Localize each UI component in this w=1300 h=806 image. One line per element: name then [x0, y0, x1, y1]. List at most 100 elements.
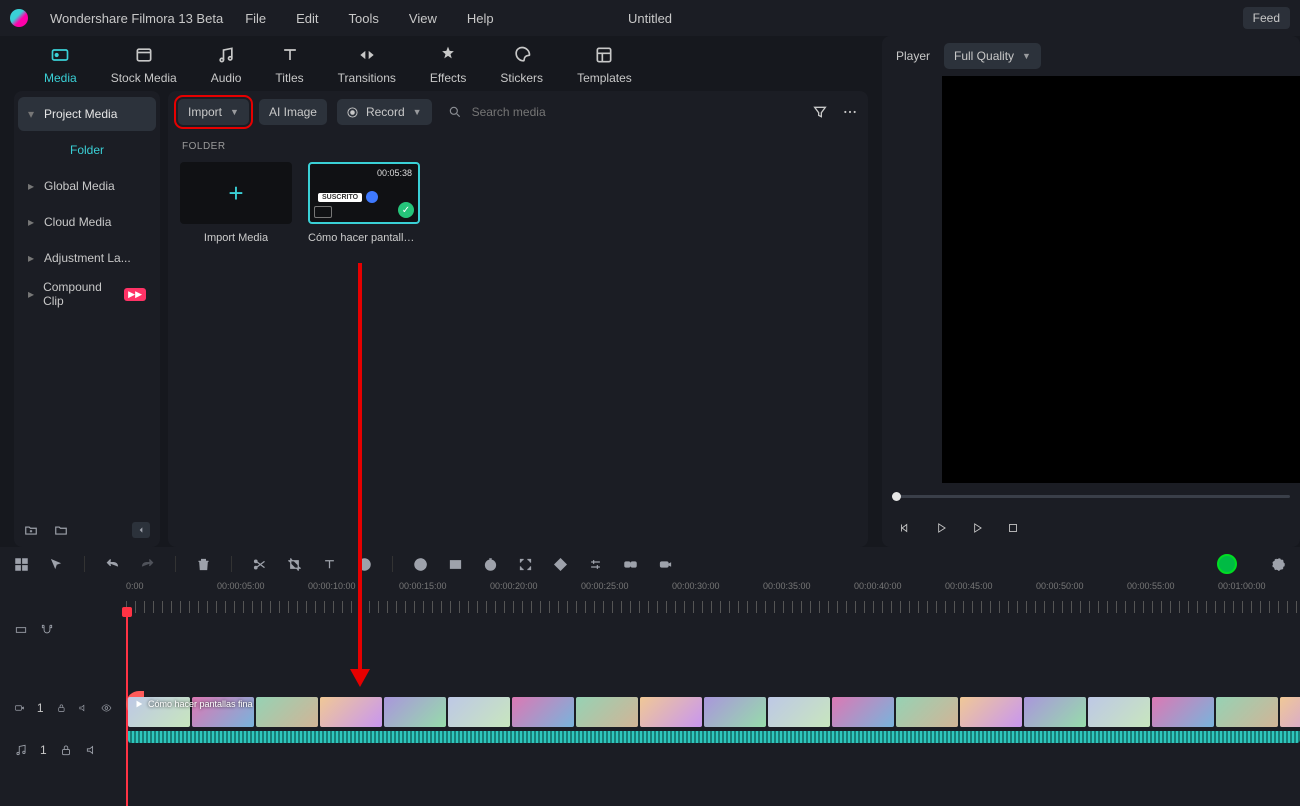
tab-transitions[interactable]: Transitions	[338, 45, 396, 85]
settings-icon[interactable]	[588, 557, 603, 572]
menu-file[interactable]: File	[245, 11, 266, 26]
quality-dropdown[interactable]: Full Quality ▼	[944, 43, 1041, 69]
record-voice-icon[interactable]	[658, 557, 673, 572]
sidebar-project-media[interactable]: ▾ Project Media	[18, 97, 156, 131]
menu-help[interactable]: Help	[467, 11, 494, 26]
expand-icon[interactable]	[518, 557, 533, 572]
mute-icon[interactable]	[78, 701, 89, 715]
chevron-down-icon: ▾	[28, 107, 36, 121]
sidebar-item-label: Adjustment La...	[44, 251, 131, 265]
timeline-ruler[interactable]: 0:0000:00:05:0000:00:10:0000:00:15:0000:…	[126, 581, 1300, 613]
prev-frame-icon[interactable]	[898, 521, 912, 535]
search-input[interactable]	[470, 104, 802, 120]
redo-icon[interactable]	[140, 557, 155, 572]
media-clip-thumb[interactable]: 00:05:38 SUSCRITO ✓ Cómo hacer pantallas…	[308, 162, 420, 244]
plus-icon: +	[228, 178, 243, 209]
sidebar-item-label: Global Media	[44, 179, 115, 193]
mute-icon[interactable]	[85, 743, 99, 757]
timeline-tracks[interactable]: Cómo hacer pantallas fina	[126, 613, 1300, 806]
link-icon[interactable]	[623, 557, 638, 572]
crop-icon[interactable]	[287, 557, 302, 572]
filmstrip-icon	[314, 206, 332, 218]
search-field[interactable]	[442, 104, 802, 120]
track-header-edit[interactable]	[0, 609, 126, 651]
sidebar-item-global-media[interactable]: ▸ Global Media	[18, 169, 156, 203]
tab-media[interactable]: Media	[44, 45, 77, 85]
tab-templates-label: Templates	[577, 71, 632, 85]
user-avatar[interactable]	[1217, 554, 1237, 574]
project-sidebar: ▾ Project Media Folder ▸ Global Media ▸ …	[14, 91, 160, 547]
player-seekbar[interactable]	[892, 495, 1290, 498]
quality-label: Full Quality	[954, 49, 1014, 63]
sidebar-folder[interactable]: Folder	[18, 133, 156, 167]
color-icon[interactable]	[413, 557, 428, 572]
check-icon: ✓	[398, 202, 414, 218]
titlebar: Wondershare Filmora 13 Beta File Edit To…	[0, 0, 1300, 36]
player-label: Player	[896, 49, 930, 63]
new-folder-icon[interactable]	[24, 523, 38, 537]
like-icon	[366, 191, 378, 203]
track-headers: 1 1	[0, 609, 126, 806]
text-icon[interactable]	[322, 557, 337, 572]
tab-effects[interactable]: Effects	[430, 45, 466, 85]
next-frame-icon[interactable]	[970, 521, 984, 535]
magnet-icon[interactable]	[40, 623, 54, 637]
sidebar-footer	[14, 513, 160, 547]
speed-icon[interactable]	[357, 557, 372, 572]
player-controls	[882, 509, 1300, 547]
tab-titles[interactable]: Titles	[275, 45, 303, 85]
sidebar-item-label: Compound Clip	[43, 280, 116, 308]
menu-view[interactable]: View	[409, 11, 437, 26]
import-media-tile[interactable]: + Import Media	[180, 162, 292, 244]
tag-icon[interactable]	[553, 557, 568, 572]
tab-stock-media[interactable]: Stock Media	[111, 45, 177, 85]
tab-templates[interactable]: Templates	[577, 45, 632, 85]
video-track-icon	[14, 701, 25, 715]
more-icon[interactable]	[842, 104, 858, 120]
media-thumbnails: + Import Media 00:05:38 SUSCRITO ✓	[168, 162, 868, 244]
ai-image-label: AI Image	[269, 105, 317, 119]
split-icon[interactable]	[252, 557, 267, 572]
play-icon[interactable]	[934, 521, 948, 535]
undo-icon[interactable]	[105, 557, 120, 572]
sidebar-item-adjustment-layer[interactable]: ▸ Adjustment La...	[18, 241, 156, 275]
menu-tools[interactable]: Tools	[349, 11, 379, 26]
media-icon	[50, 45, 70, 65]
video-track-header[interactable]: 1	[0, 687, 126, 729]
ai-image-button[interactable]: AI Image	[259, 99, 327, 125]
delete-icon[interactable]	[196, 557, 211, 572]
stop-icon[interactable]	[1006, 521, 1020, 535]
audio-waveform[interactable]	[128, 731, 1300, 743]
selection-icon[interactable]	[49, 557, 64, 572]
tab-transitions-label: Transitions	[338, 71, 396, 85]
tab-stickers[interactable]: Stickers	[500, 45, 543, 85]
audio-track-icon	[14, 743, 28, 757]
chevron-down-icon: ▼	[230, 107, 239, 117]
audio-track-header[interactable]: 1	[0, 729, 126, 771]
record-dropdown[interactable]: Record ▼	[337, 99, 432, 125]
effects-icon	[438, 45, 458, 65]
sidebar-item-cloud-media[interactable]: ▸ Cloud Media	[18, 205, 156, 239]
feedback-button[interactable]: Feed	[1243, 7, 1290, 29]
app-logo-icon	[10, 9, 28, 27]
render-icon[interactable]	[1271, 557, 1286, 572]
menu-edit[interactable]: Edit	[296, 11, 318, 26]
player-seekbar-row	[882, 483, 1300, 509]
collapse-sidebar-button[interactable]	[132, 522, 150, 538]
lock-icon[interactable]	[59, 743, 73, 757]
sidebar-item-compound-clip[interactable]: ▸ Compound Clip ▶▶	[18, 277, 156, 311]
player-viewport[interactable]	[942, 76, 1300, 483]
adjust-icon[interactable]	[448, 557, 463, 572]
templates-icon	[594, 45, 614, 65]
seek-knob[interactable]	[892, 492, 901, 501]
tab-audio[interactable]: Audio	[211, 45, 242, 85]
lock-icon[interactable]	[56, 701, 67, 715]
grid-snap-icon[interactable]	[14, 557, 29, 572]
folder-icon[interactable]	[54, 523, 68, 537]
filter-icon[interactable]	[812, 104, 828, 120]
visibility-icon[interactable]	[101, 701, 112, 715]
import-dropdown[interactable]: Import ▼	[178, 99, 249, 125]
chevron-right-icon: ▸	[28, 251, 36, 265]
timer-icon[interactable]	[483, 557, 498, 572]
clip-duration: 00:05:38	[377, 168, 412, 178]
